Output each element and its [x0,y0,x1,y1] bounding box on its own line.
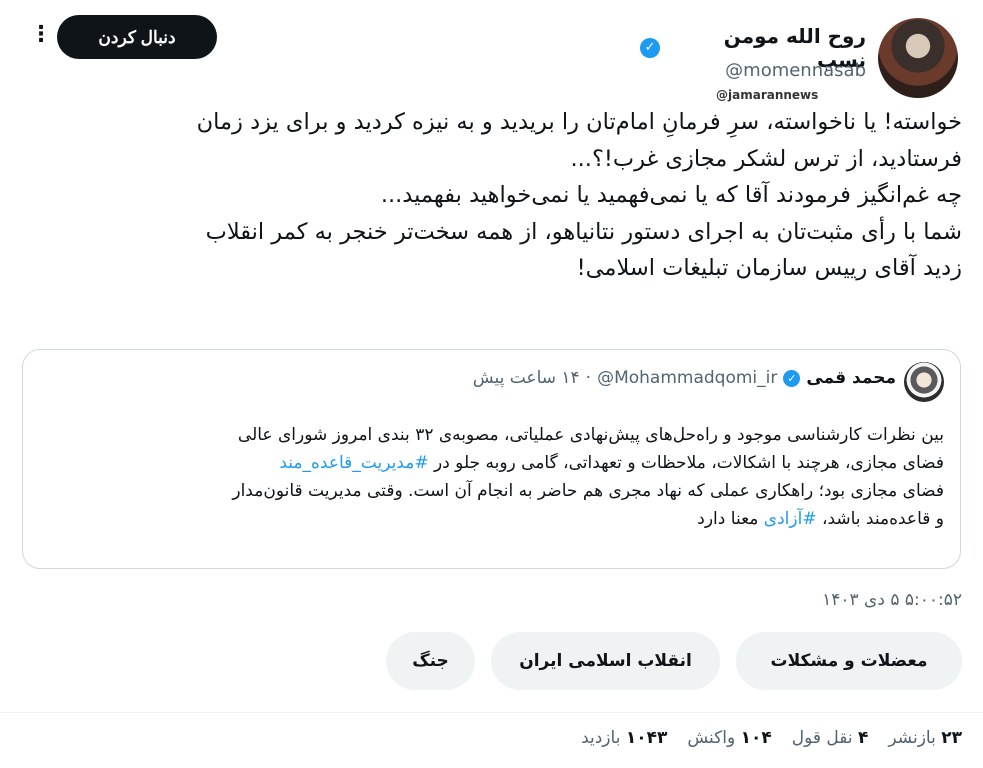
quotes-count: ۴ [858,728,869,748]
follow-button[interactable]: دنبال کردن [57,15,217,59]
quote-line: بین نظرات کارشناسی موجود و راه‌حل‌های پی… [237,425,944,445]
quoted-tweet-header: محمد قمی ✓ @Mohammadqomi_ir · ۱۴ ساعت پی… [380,368,896,388]
quote-line: فضای مجازی، هرچند با اشکالات، ملاحظات و … [44,449,944,477]
quote-line-text: فضای مجازی، هرچند با اشکالات، ملاحظات و … [428,453,944,473]
quoted-author-avatar[interactable] [904,362,944,402]
hashtag-link[interactable]: #آزادی [764,509,817,529]
tweet-line: شما با رأی مثبت‌تان به اجرای دستور نتانی… [205,218,962,245]
views-stat[interactable]: ۱۰۴۳ بازدید [581,728,667,748]
author-handle[interactable]: @momennasab [640,60,866,81]
tweet-line: زدید آقای رییس سازمان تبلیغات اسلامی! [576,255,962,281]
tweet-line: فرستادید، از ترس لشکر مجازی غرب!؟... [570,145,963,172]
quote-line-text: و قاعده‌مند باشد، [816,509,944,529]
quoted-tweet-text: بین نظرات کارشناسی موجود و راه‌حل‌های پی… [44,421,944,533]
quoted-author-name[interactable]: محمد قمی [806,368,896,388]
quoted-author-handle[interactable]: @Mohammadqomi_ir [597,368,777,388]
quotes-stat[interactable]: ۴ نقل قول [792,728,869,748]
hashtag-link[interactable]: #مدیریت_قاعده_مند [279,453,428,473]
engagement-stats: ۲۳ بازنشر ۴ نقل قول ۱۰۴ واکنش ۱۰۴۳ بازدی… [486,728,962,748]
likes-label: واکنش [687,728,736,748]
tweet-text: خواسته! یا ناخواسته، سرِ فرمانِ امام‌تان… [28,104,962,287]
verified-badge-icon: ✓ [640,38,660,58]
quotes-label: نقل قول [791,728,853,748]
watermark: @jamarannews [716,88,819,102]
verified-badge-icon: ✓ [783,369,801,387]
reposts-stat[interactable]: ۲۳ بازنشر [888,728,962,748]
separator-dot: · [585,368,592,388]
quote-line-text: معنا دارد [697,509,764,529]
views-label: بازدید [581,728,621,748]
likes-stat[interactable]: ۱۰۴ واکنش [687,728,771,748]
divider [0,712,983,713]
reposts-count: ۲۳ [941,728,962,748]
author-avatar[interactable] [878,18,958,98]
tweet-line: خواسته! یا ناخواسته، سرِ فرمانِ امام‌تان… [196,109,962,135]
quoted-tweet-time[interactable]: ۱۴ ساعت پیش [473,368,580,388]
quote-line: فضای مجازی بود؛ راهکاری عملی که نهاد مجر… [232,481,944,501]
tweet-line: چه غم‌انگیز فرمودند آقا که یا نمی‌فهمید … [380,182,962,208]
quote-line: و قاعده‌مند باشد، #آزادی معنا دارد [44,505,944,533]
likes-count: ۱۰۴ [740,728,772,748]
reposts-label: بازنشر [888,728,936,748]
topic-chip[interactable]: انقلاب اسلامی ایران [491,632,720,690]
topic-chip[interactable]: جنگ [386,632,475,690]
topic-chip[interactable]: معضلات و مشکلات [736,632,962,690]
tweet-timestamp[interactable]: ۵:۰۰:۵۲ ۵ دی ۱۴۰۳ [700,590,962,610]
more-vertical-icon[interactable]: ⋮ [30,20,52,50]
views-count: ۱۰۴۳ [625,728,668,748]
